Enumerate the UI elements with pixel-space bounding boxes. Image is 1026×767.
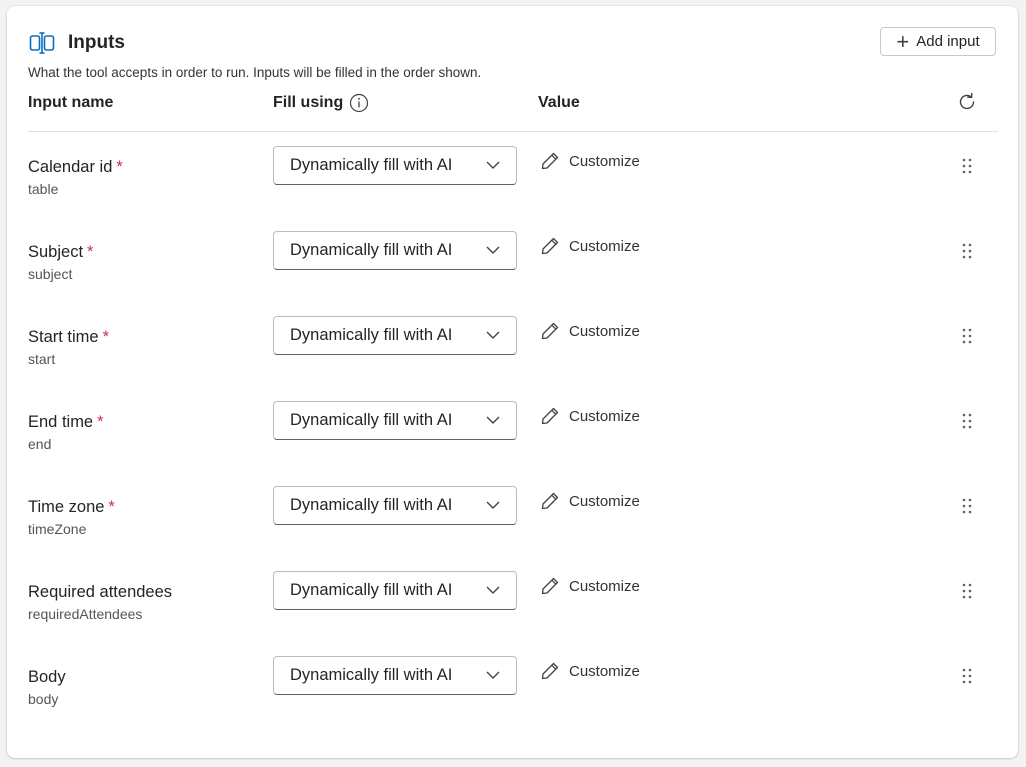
pencil-icon bbox=[541, 407, 559, 425]
required-marker: * bbox=[116, 158, 123, 176]
customize-label: Customize bbox=[569, 322, 640, 340]
chevron-down-icon bbox=[486, 331, 500, 339]
input-label-text: Start time bbox=[28, 328, 99, 346]
customize-label: Customize bbox=[569, 662, 640, 680]
info-icon[interactable] bbox=[349, 93, 369, 113]
customize-label: Customize bbox=[569, 237, 640, 255]
chevron-down-icon bbox=[486, 501, 500, 509]
pencil-icon bbox=[541, 492, 559, 510]
input-label-text: Body bbox=[28, 668, 66, 686]
input-label: Start time * bbox=[28, 326, 109, 348]
fill-using-dropdown[interactable]: Dynamically fill with AI bbox=[273, 401, 517, 440]
input-row: Start time * start Dynamically fill with … bbox=[7, 316, 1018, 411]
input-key: start bbox=[28, 351, 56, 367]
input-row: Subject * subject Dynamically fill with A… bbox=[7, 231, 1018, 326]
add-input-button[interactable]: + Add input bbox=[880, 27, 996, 56]
customize-button[interactable]: Customize bbox=[540, 321, 640, 341]
column-header-fill-using: Fill using bbox=[273, 92, 369, 114]
fill-using-dropdown[interactable]: Dynamically fill with AI bbox=[273, 231, 517, 270]
inputs-card: Inputs + Add input What the tool accepts… bbox=[7, 6, 1018, 758]
drag-handle-icon[interactable] bbox=[960, 496, 974, 516]
customize-label: Customize bbox=[569, 577, 640, 595]
input-label-text: Required attendees bbox=[28, 583, 173, 601]
fill-using-dropdown[interactable]: Dynamically fill with AI bbox=[273, 146, 517, 185]
input-label: Time zone * bbox=[28, 496, 115, 518]
fill-using-dropdown[interactable]: Dynamically fill with AI bbox=[273, 486, 517, 525]
input-row: Required attendees requiredAttendees Dyn… bbox=[7, 571, 1018, 666]
section-description: What the tool accepts in order to run. I… bbox=[28, 65, 482, 80]
fill-using-value: Dynamically fill with AI bbox=[290, 156, 453, 174]
input-row: Calendar id * table Dynamically fill with… bbox=[7, 146, 1018, 241]
fill-using-dropdown[interactable]: Dynamically fill with AI bbox=[273, 656, 517, 695]
drag-handle-icon[interactable] bbox=[960, 411, 974, 431]
pencil-icon bbox=[541, 662, 559, 680]
inputs-icon bbox=[29, 32, 55, 54]
input-label: Body bbox=[28, 666, 70, 688]
customize-button[interactable]: Customize bbox=[540, 151, 640, 171]
input-label: Calendar id * bbox=[28, 156, 123, 178]
customize-button[interactable]: Customize bbox=[540, 576, 640, 596]
chevron-down-icon bbox=[486, 416, 500, 424]
input-label-text: Calendar id bbox=[28, 158, 113, 176]
pencil-icon bbox=[541, 152, 559, 170]
required-marker: * bbox=[87, 243, 94, 261]
input-key: table bbox=[28, 181, 59, 197]
customize-label: Customize bbox=[569, 152, 640, 170]
customize-label: Customize bbox=[569, 407, 640, 425]
input-key: requiredAttendees bbox=[28, 606, 143, 622]
required-marker: * bbox=[102, 328, 110, 346]
pencil-icon bbox=[541, 577, 559, 595]
chevron-down-icon bbox=[486, 671, 500, 679]
input-row: Body body Dynamically fill with AI Custo… bbox=[7, 656, 1018, 751]
customize-button[interactable]: Customize bbox=[540, 406, 640, 426]
input-label-text: End time bbox=[28, 413, 94, 431]
pencil-icon bbox=[541, 237, 559, 255]
fill-using-value: Dynamically fill with AI bbox=[290, 411, 453, 429]
input-label-text: Subject bbox=[28, 243, 84, 261]
input-row: Time zone * timeZone Dynamically fill wit… bbox=[7, 486, 1018, 581]
customize-button[interactable]: Customize bbox=[540, 661, 640, 681]
chevron-down-icon bbox=[486, 586, 500, 594]
section-title: Inputs bbox=[68, 32, 125, 53]
input-label: Subject * bbox=[28, 241, 93, 263]
input-key: subject bbox=[28, 266, 73, 282]
pencil-icon bbox=[541, 322, 559, 340]
plus-icon: + bbox=[896, 28, 910, 54]
customize-button[interactable]: Customize bbox=[540, 491, 640, 511]
fill-using-value: Dynamically fill with AI bbox=[290, 666, 453, 684]
chevron-down-icon bbox=[486, 161, 500, 169]
input-key: timeZone bbox=[28, 521, 87, 537]
column-header-value: Value bbox=[538, 94, 580, 111]
fill-using-value: Dynamically fill with AI bbox=[290, 241, 453, 259]
drag-handle-icon[interactable] bbox=[960, 156, 974, 176]
fill-using-value: Dynamically fill with AI bbox=[290, 496, 453, 514]
input-label: End time * bbox=[28, 411, 104, 433]
add-input-label: Add input bbox=[916, 33, 980, 50]
input-label: Required attendees bbox=[28, 581, 176, 603]
required-marker: * bbox=[97, 413, 104, 431]
drag-handle-icon[interactable] bbox=[960, 241, 974, 261]
drag-handle-icon[interactable] bbox=[960, 666, 974, 686]
customize-button[interactable]: Customize bbox=[540, 236, 640, 256]
customize-label: Customize bbox=[569, 492, 640, 510]
fill-using-value: Dynamically fill with AI bbox=[290, 326, 453, 344]
fill-using-dropdown[interactable]: Dynamically fill with AI bbox=[273, 316, 517, 355]
chevron-down-icon bbox=[486, 246, 500, 254]
fill-using-label: Fill using bbox=[273, 94, 344, 111]
refresh-icon[interactable] bbox=[956, 91, 978, 113]
header-divider bbox=[28, 131, 998, 132]
input-key: body bbox=[28, 691, 59, 707]
drag-handle-icon[interactable] bbox=[960, 581, 974, 601]
required-marker: * bbox=[108, 498, 115, 516]
fill-using-value: Dynamically fill with AI bbox=[290, 581, 453, 599]
input-key: end bbox=[28, 436, 52, 452]
fill-using-dropdown[interactable]: Dynamically fill with AI bbox=[273, 571, 517, 610]
input-label-text: Time zone bbox=[28, 498, 105, 516]
input-row: End time * end Dynamically fill with AI C… bbox=[7, 401, 1018, 496]
drag-handle-icon[interactable] bbox=[960, 326, 974, 346]
column-header-input-name: Input name bbox=[28, 94, 114, 111]
